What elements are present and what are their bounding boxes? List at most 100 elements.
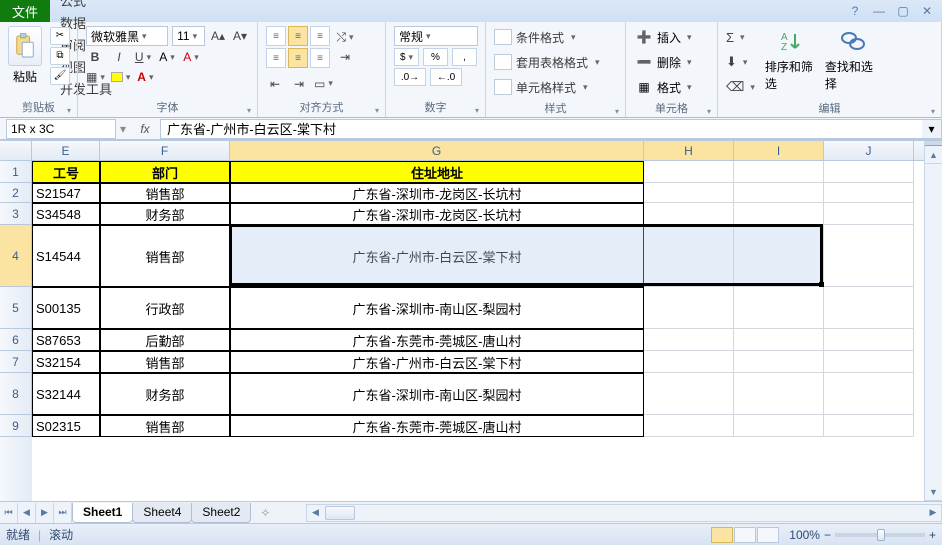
border-button[interactable]: ▦▾ xyxy=(86,68,105,86)
restore-icon[interactable]: ▢ xyxy=(896,4,910,18)
cell-F1[interactable]: 部门 xyxy=(100,161,230,183)
row-header-1[interactable]: 1 xyxy=(0,161,32,183)
col-header-I[interactable]: I xyxy=(734,141,824,160)
cell-G9[interactable]: 广东省-东莞市-莞城区-唐山村 xyxy=(230,415,644,437)
align-mid-right[interactable]: ≡ xyxy=(310,48,330,68)
row-header-9[interactable]: 9 xyxy=(0,415,32,437)
sort-filter-button[interactable]: AZ 排序和筛选 xyxy=(765,26,821,92)
cell-F2[interactable]: 销售部 xyxy=(100,183,230,203)
cell-H7[interactable] xyxy=(644,351,734,373)
cell-style-button[interactable]: 单元格样式▾ xyxy=(494,76,617,98)
number-format-combo[interactable]: 常规▾ xyxy=(394,26,478,46)
cell-G8[interactable]: 广东省-深圳市-南山区-梨园村 xyxy=(230,373,644,415)
cell-H6[interactable] xyxy=(644,329,734,351)
cell-G3[interactable]: 广东省-深圳市-龙岗区-长坑村 xyxy=(230,203,644,225)
cell-H3[interactable] xyxy=(644,203,734,225)
tab-nav-prev-icon[interactable]: ◀ xyxy=(18,503,36,523)
tab-nav-next-icon[interactable]: ▶ xyxy=(36,503,54,523)
scroll-left-icon[interactable]: ◀ xyxy=(307,507,323,518)
align-top-center[interactable]: ≡ xyxy=(288,26,308,46)
shrink-font-button[interactable]: A▾ xyxy=(231,27,249,45)
autosum-button[interactable]: Σ▾ xyxy=(726,26,755,48)
cell-H2[interactable] xyxy=(644,183,734,203)
indent-inc-button[interactable]: ⇥ xyxy=(290,75,308,93)
cell-J3[interactable] xyxy=(824,203,914,225)
row-header-8[interactable]: 8 xyxy=(0,373,32,415)
zoom-out-button[interactable]: − xyxy=(824,528,831,542)
col-header-G[interactable]: G xyxy=(230,141,644,160)
cell-J5[interactable] xyxy=(824,287,914,329)
cell-J4[interactable] xyxy=(824,225,914,287)
cell-J2[interactable] xyxy=(824,183,914,203)
fx-icon[interactable]: fx xyxy=(130,122,160,136)
view-normal-button[interactable] xyxy=(711,527,733,543)
sheet-tab-Sheet2[interactable]: Sheet2 xyxy=(191,503,251,523)
col-header-H[interactable]: H xyxy=(644,141,734,160)
cell-H8[interactable] xyxy=(644,373,734,415)
select-all-corner[interactable] xyxy=(0,141,32,161)
cell-E1[interactable]: 工号 xyxy=(32,161,100,183)
currency-button[interactable]: $▾ xyxy=(394,48,419,66)
comma-button[interactable]: , xyxy=(452,48,477,66)
cell-H4[interactable] xyxy=(644,225,734,287)
fill-color-button[interactable]: ▾ xyxy=(111,68,131,86)
align-mid-left[interactable]: ≡ xyxy=(266,48,286,68)
align-top-right[interactable]: ≡ xyxy=(310,26,330,46)
cut-button[interactable]: ✂ xyxy=(50,27,70,45)
zoom-slider[interactable] xyxy=(835,533,925,537)
font-color-a[interactable]: A▾ xyxy=(158,48,176,66)
zoom-in-button[interactable]: + xyxy=(929,528,936,542)
merge-button[interactable]: ▭▾ xyxy=(314,75,333,93)
alignment-grid[interactable]: ≡ ≡ ≡ ≡ ≡ ≡ xyxy=(266,26,330,68)
cell-I9[interactable] xyxy=(734,415,824,437)
row-header-7[interactable]: 7 xyxy=(0,351,32,373)
cell-F3[interactable]: 财务部 xyxy=(100,203,230,225)
cell-F6[interactable]: 后勤部 xyxy=(100,329,230,351)
cell-I6[interactable] xyxy=(734,329,824,351)
table-format-button[interactable]: 套用表格格式▾ xyxy=(494,51,617,73)
tab-nav-first-icon[interactable]: ⏮ xyxy=(0,503,18,523)
cell-G1[interactable]: 住址地址 xyxy=(230,161,644,183)
row-header-2[interactable]: 2 xyxy=(0,183,32,203)
cell-F4[interactable]: 销售部 xyxy=(100,225,230,287)
cell-E3[interactable]: S34548 xyxy=(32,203,100,225)
cell-F8[interactable]: 财务部 xyxy=(100,373,230,415)
cell-G6[interactable]: 广东省-东莞市-莞城区-唐山村 xyxy=(230,329,644,351)
align-top-left[interactable]: ≡ xyxy=(266,26,286,46)
new-sheet-button[interactable]: ✧ xyxy=(254,504,276,522)
cell-F9[interactable]: 销售部 xyxy=(100,415,230,437)
fill-button[interactable]: ⬇▾ xyxy=(726,51,755,73)
insert-cells-button[interactable]: ➕插入▾ xyxy=(634,26,709,48)
cell-G4[interactable]: 广东省-广州市-白云区-棠下村 xyxy=(230,225,644,287)
format-painter-button[interactable]: 🖌 xyxy=(50,67,70,85)
dec-decimal-button[interactable]: ←.0 xyxy=(430,68,462,86)
row-header-3[interactable]: 3 xyxy=(0,203,32,225)
bold-button[interactable]: B xyxy=(86,48,104,66)
cell-J9[interactable] xyxy=(824,415,914,437)
minimize-icon[interactable]: — xyxy=(872,4,886,18)
font-family-combo[interactable]: 微软雅黑▾ xyxy=(86,26,168,46)
cell-I5[interactable] xyxy=(734,287,824,329)
cell-I7[interactable] xyxy=(734,351,824,373)
scroll-down-icon[interactable]: ▼ xyxy=(925,483,942,501)
spreadsheet-grid[interactable]: EFGHIJ 123456789 工号部门住址地址S21547销售部广东省-深圳… xyxy=(0,140,942,501)
scroll-up-icon[interactable]: ▲ xyxy=(925,146,942,164)
tab-file[interactable]: 文件 xyxy=(0,0,50,22)
cell-E2[interactable]: S21547 xyxy=(32,183,100,203)
format-cells-button[interactable]: ▦格式▾ xyxy=(634,76,709,98)
view-layout-button[interactable] xyxy=(734,527,756,543)
cell-I2[interactable] xyxy=(734,183,824,203)
col-header-E[interactable]: E xyxy=(32,141,100,160)
cell-J8[interactable] xyxy=(824,373,914,415)
vertical-scrollbar[interactable]: ▲ ▼ xyxy=(924,141,942,501)
sheet-tab-Sheet1[interactable]: Sheet1 xyxy=(72,503,133,523)
formula-input[interactable]: 广东省-广州市-白云区-棠下村 xyxy=(160,119,922,139)
cell-I3[interactable] xyxy=(734,203,824,225)
paste-button[interactable] xyxy=(8,26,42,66)
namebox-dropdown-icon[interactable]: ▾ xyxy=(116,122,130,136)
font-size-combo[interactable]: 11▾ xyxy=(172,26,205,46)
cell-G2[interactable]: 广东省-深圳市-龙岗区-长坑村 xyxy=(230,183,644,203)
sheet-tab-Sheet4[interactable]: Sheet4 xyxy=(132,503,192,523)
cell-E9[interactable]: S02315 xyxy=(32,415,100,437)
view-pagebreak-button[interactable] xyxy=(757,527,779,543)
